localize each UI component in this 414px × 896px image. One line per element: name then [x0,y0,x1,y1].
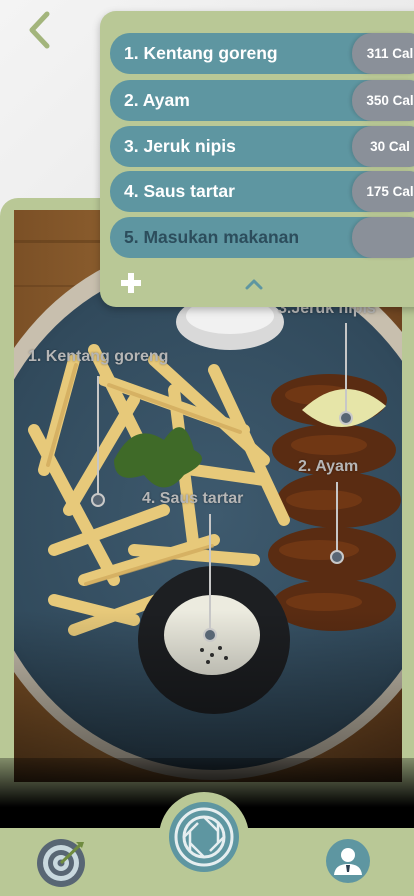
plus-icon [121,273,141,293]
target-icon [37,839,85,887]
chevron-left-icon [29,11,50,49]
pin-dot-jeruk-nipis[interactable] [339,411,353,425]
photo-label-saus-tartar: 4. Saus tartar [142,490,244,507]
pin-dot-kentang-goreng[interactable] [91,493,105,507]
camera-shutter-icon [169,802,239,872]
food-row-label: 1. Kentang goreng [124,43,278,63]
pin-line-kentang-goreng [97,376,99,494]
add-food-button[interactable] [120,272,142,294]
food-row-label: 3. Jeruk nipis [124,136,236,156]
food-input-row[interactable]: 5. Masukan makanan [110,217,414,258]
food-row-label: 2. Ayam [124,90,190,110]
back-button[interactable] [22,8,56,52]
food-row-1[interactable]: 1. Kentang goreng 311 Cal [110,33,414,74]
calorie-pill: 350 Cal [352,80,414,121]
user-profile-icon [326,839,370,883]
pin-dot-ayam[interactable] [330,550,344,564]
chevron-up-icon [245,279,263,290]
food-row-3[interactable]: 3. Jeruk nipis 30 Cal [110,126,414,167]
pin-line-saus-tartar [209,514,211,630]
food-input-placeholder[interactable]: 5. Masukan makanan [110,227,299,248]
calorie-pill: 30 Cal [352,126,414,167]
calorie-pill: 175 Cal [352,171,414,212]
profile-button[interactable] [325,838,371,884]
food-list-panel: 1. Kentang goreng 311 Cal 2. Ayam 350 Ca… [100,11,414,307]
food-row-4[interactable]: 4. Saus tartar 175 Cal [110,171,414,212]
pin-line-jeruk-nipis [345,323,347,413]
food-row-label: 4. Saus tartar [124,181,235,201]
photo-label-ayam: 2. Ayam [298,458,359,475]
camera-button[interactable] [159,792,249,882]
photo-label-kentang-goreng: 1. Kentang goreng [28,348,169,365]
food-row-2[interactable]: 2. Ayam 350 Cal [110,80,414,121]
pin-line-ayam [336,482,338,552]
pin-dot-saus-tartar[interactable] [203,628,217,642]
goals-button[interactable] [36,838,86,888]
collapse-list-button[interactable] [242,275,266,295]
calorie-pill: 311 Cal [352,33,414,74]
calorie-pill-empty [352,217,414,258]
